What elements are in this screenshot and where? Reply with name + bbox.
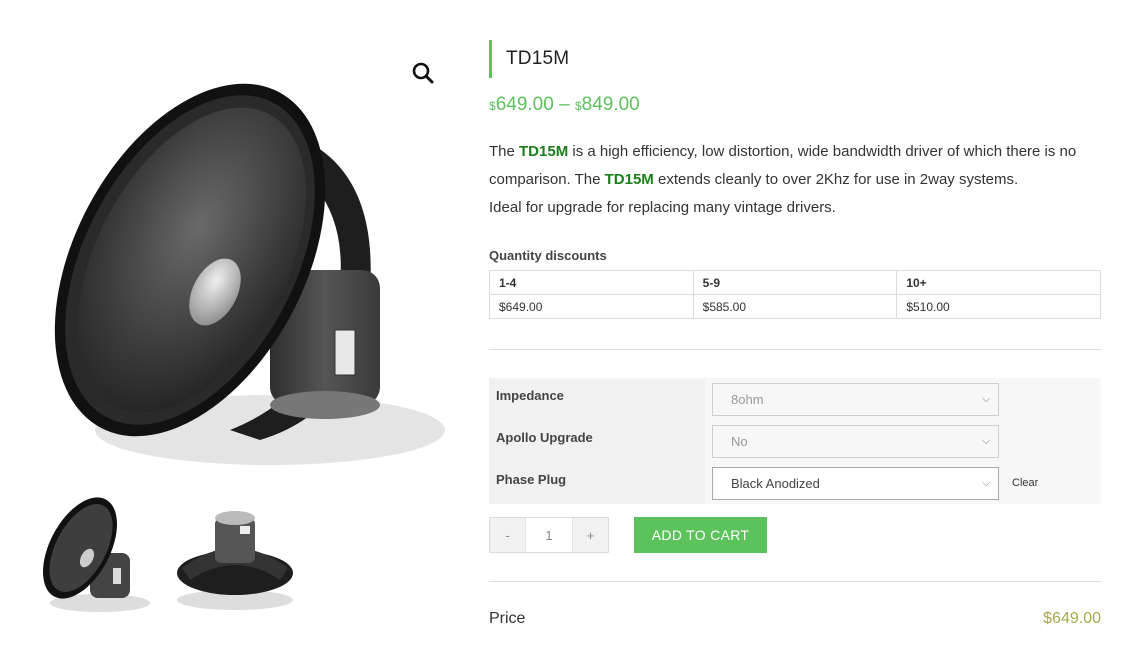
phase-plug-selected-value: Black Anodized bbox=[731, 475, 820, 491]
discount-price-cell: $649.00 bbox=[489, 294, 694, 319]
variation-row-phase-plug: Phase Plug Black Anodized ⌵ Clear bbox=[489, 462, 1101, 504]
product-title: TD15M bbox=[506, 48, 570, 69]
impedance-selected-value: 8ohm bbox=[731, 391, 764, 407]
quantity-discounts-table: 1-4 5-9 10+ $649.00 $585.00 $510.00 bbox=[489, 270, 1101, 319]
variations-table: Impedance 8ohm ⌵ Apollo Upgrade No ⌵ Pha… bbox=[489, 378, 1101, 504]
impedance-select[interactable]: 8ohm ⌵ bbox=[712, 382, 999, 416]
apollo-value-cell: No ⌵ bbox=[705, 420, 1101, 462]
price-label: Price bbox=[489, 610, 526, 627]
product-description: The TD15M is a high efficiency, low dist… bbox=[489, 138, 1101, 222]
variation-row-apollo: Apollo Upgrade No ⌵ bbox=[489, 420, 1101, 462]
desc-product-name-2: TD15M bbox=[604, 171, 654, 188]
impedance-label: Impedance bbox=[489, 378, 705, 420]
apollo-upgrade-select[interactable]: No ⌵ bbox=[712, 424, 999, 458]
discount-tier-header: 1-4 bbox=[489, 270, 694, 295]
discount-tier-header: 5-9 bbox=[692, 270, 898, 295]
phase-plug-label: Phase Plug bbox=[489, 462, 705, 504]
discount-tier-header: 10+ bbox=[896, 270, 1101, 295]
phase-plug-select[interactable]: Black Anodized ⌵ bbox=[712, 466, 999, 500]
desc-text-3: extends cleanly to over 2Khz for use in … bbox=[653, 171, 1019, 188]
price-separator: – bbox=[559, 94, 570, 115]
price-max-currency: $ bbox=[574, 99, 582, 113]
discount-price-row: $649.00 $585.00 $510.00 bbox=[489, 294, 1101, 319]
desc-text-4: Ideal for upgrade for replacing many vin… bbox=[489, 199, 836, 216]
zoom-search-icon[interactable] bbox=[410, 60, 436, 86]
price-summary: Price $649.00 bbox=[489, 610, 1101, 628]
divider bbox=[489, 349, 1101, 350]
product-gallery bbox=[20, 30, 450, 630]
price-amount: $649.00 bbox=[1043, 610, 1101, 627]
phase-plug-value-cell: Black Anodized ⌵ Clear bbox=[705, 462, 1101, 504]
quantity-input[interactable]: 1 bbox=[525, 518, 573, 552]
desc-text-1: The bbox=[489, 143, 520, 160]
apollo-upgrade-label: Apollo Upgrade bbox=[489, 420, 705, 462]
thumbnail-back-view[interactable] bbox=[170, 488, 300, 618]
price-max: 849.00 bbox=[581, 94, 640, 115]
price-min-currency: $ bbox=[489, 99, 496, 113]
title-wrapper: TD15M bbox=[489, 40, 1101, 78]
product-summary: TD15M $649.00 – $849.00 The TD15M is a h… bbox=[489, 40, 1101, 628]
discount-price-cell: $585.00 bbox=[692, 294, 898, 319]
variation-row-impedance: Impedance 8ohm ⌵ bbox=[489, 378, 1101, 420]
chevron-down-icon: ⌵ bbox=[982, 393, 990, 405]
discount-price-cell: $510.00 bbox=[896, 294, 1101, 319]
quantity-increase-button[interactable]: + bbox=[573, 518, 608, 552]
quantity-decrease-button[interactable]: - bbox=[490, 518, 525, 552]
discount-header-row: 1-4 5-9 10+ bbox=[489, 270, 1101, 295]
divider bbox=[489, 581, 1101, 582]
quantity-stepper: - 1 + bbox=[489, 517, 609, 553]
speaker-main-image[interactable] bbox=[20, 30, 450, 470]
quantity-discounts-title: Quantity discounts bbox=[489, 248, 607, 263]
impedance-value-cell: 8ohm ⌵ bbox=[705, 378, 1101, 420]
desc-product-name-1: TD15M bbox=[519, 143, 569, 160]
phase-plug-row: Black Anodized ⌵ Clear bbox=[712, 466, 1101, 500]
add-to-cart-button[interactable]: ADD TO CART bbox=[634, 517, 767, 553]
price-min: 649.00 bbox=[495, 94, 554, 115]
add-to-cart-row: - 1 + ADD TO CART bbox=[489, 517, 1101, 553]
apollo-selected-value: No bbox=[731, 433, 748, 449]
chevron-down-icon: ⌵ bbox=[982, 477, 990, 489]
price-range: $649.00 – $849.00 bbox=[489, 94, 1101, 116]
thumbnail-side-view[interactable] bbox=[25, 488, 155, 618]
clear-selection-link[interactable]: Clear bbox=[1012, 477, 1038, 489]
chevron-down-icon: ⌵ bbox=[982, 435, 990, 447]
